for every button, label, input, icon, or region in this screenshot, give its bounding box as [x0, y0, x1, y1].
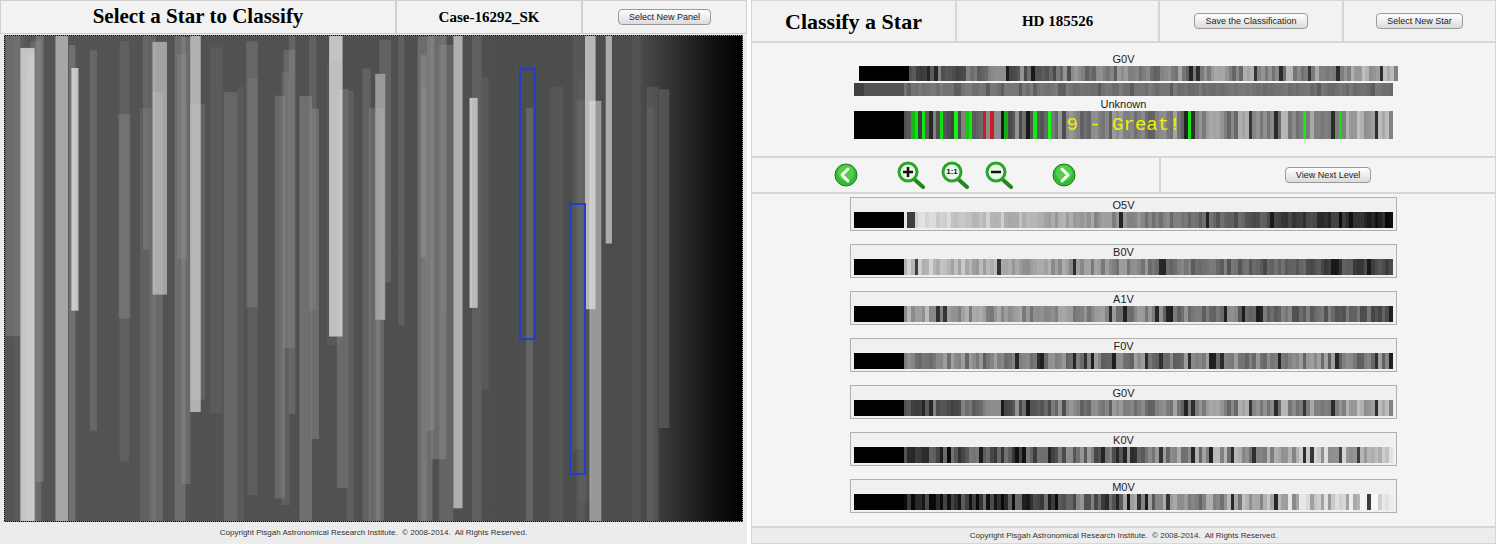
new-star-cell: Select New Star [1344, 1, 1495, 41]
standard-item[interactable]: B0V [850, 244, 1397, 278]
standard-label: K0V [1113, 433, 1134, 447]
match-score: 9 - Great! [854, 111, 1394, 139]
zoom-reset-label: 1:1 [943, 166, 961, 178]
select-new-panel-button[interactable]: Select New Panel [618, 9, 711, 25]
standard-spectrum [854, 212, 1394, 228]
standard-label: M0V [1112, 480, 1135, 494]
panel-button-cell: Select New Panel [583, 1, 746, 33]
standard-item[interactable]: O5V [850, 197, 1397, 231]
reference-spectrum [854, 83, 1394, 96]
app: Select a Star to ClassifyCase-16292_SK Se… [0, 0, 1500, 544]
classify-star-panel: Classify a StarHD 185526 Save the Classif… [751, 0, 1496, 544]
unknown-label: Unknown [1101, 98, 1147, 111]
zoom-out-icon[interactable] [984, 161, 1014, 189]
standard-label: F0V [1113, 339, 1133, 353]
select-new-star-button[interactable]: Select New Star [1376, 13, 1463, 29]
standard-spectrum [854, 400, 1394, 416]
standard-spectrum [854, 259, 1394, 275]
standard-label: G0V [1112, 53, 1134, 66]
standard-item[interactable]: M0V [850, 479, 1397, 513]
standard-spectrum [854, 353, 1394, 369]
save-cell: Save the Classification [1160, 1, 1342, 41]
case-id: Case-16292_SK [397, 1, 581, 33]
standard-spectrum [854, 306, 1394, 322]
right-footer: Copyright Pisgah Astronomical Research I… [752, 528, 1495, 543]
zoom-reset-icon[interactable]: 1:1 [940, 161, 970, 189]
standard-spectrum [854, 447, 1394, 463]
toolbar: 1:1 View Next Level [752, 158, 1495, 192]
comparison-box: G0V Unknown9 - Great! [752, 43, 1495, 156]
panel-title: Select a Star to Classify [1, 1, 395, 33]
standard-label: G0V [1112, 386, 1134, 400]
standard-item[interactable]: G0V [850, 385, 1397, 419]
selection-box[interactable] [519, 68, 536, 340]
zoom-in-icon[interactable] [896, 161, 926, 189]
left-header: Select a Star to ClassifyCase-16292_SK Se… [0, 0, 747, 34]
save-classification-button[interactable]: Save the Classification [1194, 13, 1307, 29]
standard-label: O5V [1112, 198, 1134, 212]
zoom-controls: 1:1 [752, 158, 1159, 192]
spectra-plate-image[interactable] [5, 36, 742, 521]
standard-item[interactable]: K0V [850, 432, 1397, 466]
left-footer: Copyright Pisgah Astronomical Research I… [0, 522, 747, 544]
standard-spectrum [854, 494, 1394, 510]
standard-label: A1V [1113, 292, 1134, 306]
standard-item[interactable]: A1V [850, 291, 1397, 325]
selection-box[interactable] [569, 203, 586, 475]
right-header: Classify a StarHD 185526 Save the Classif… [752, 1, 1495, 41]
next-level-cell: View Next Level [1161, 158, 1495, 192]
standard-spectrum [859, 66, 1399, 81]
arrow-left-icon[interactable] [834, 163, 858, 187]
panel-title: Classify a Star [752, 1, 955, 41]
plate-frame [4, 35, 743, 522]
select-star-panel: Select a Star to ClassifyCase-16292_SK Se… [0, 0, 747, 544]
star-name: HD 185526 [957, 1, 1158, 41]
standard-item[interactable]: F0V [850, 338, 1397, 372]
standards-list: O5V B0V A1V F0V G0V K0V M0V [752, 194, 1495, 526]
arrow-right-icon[interactable] [1052, 163, 1076, 187]
standard-label: B0V [1113, 245, 1134, 259]
view-next-level-button[interactable]: View Next Level [1285, 167, 1371, 183]
